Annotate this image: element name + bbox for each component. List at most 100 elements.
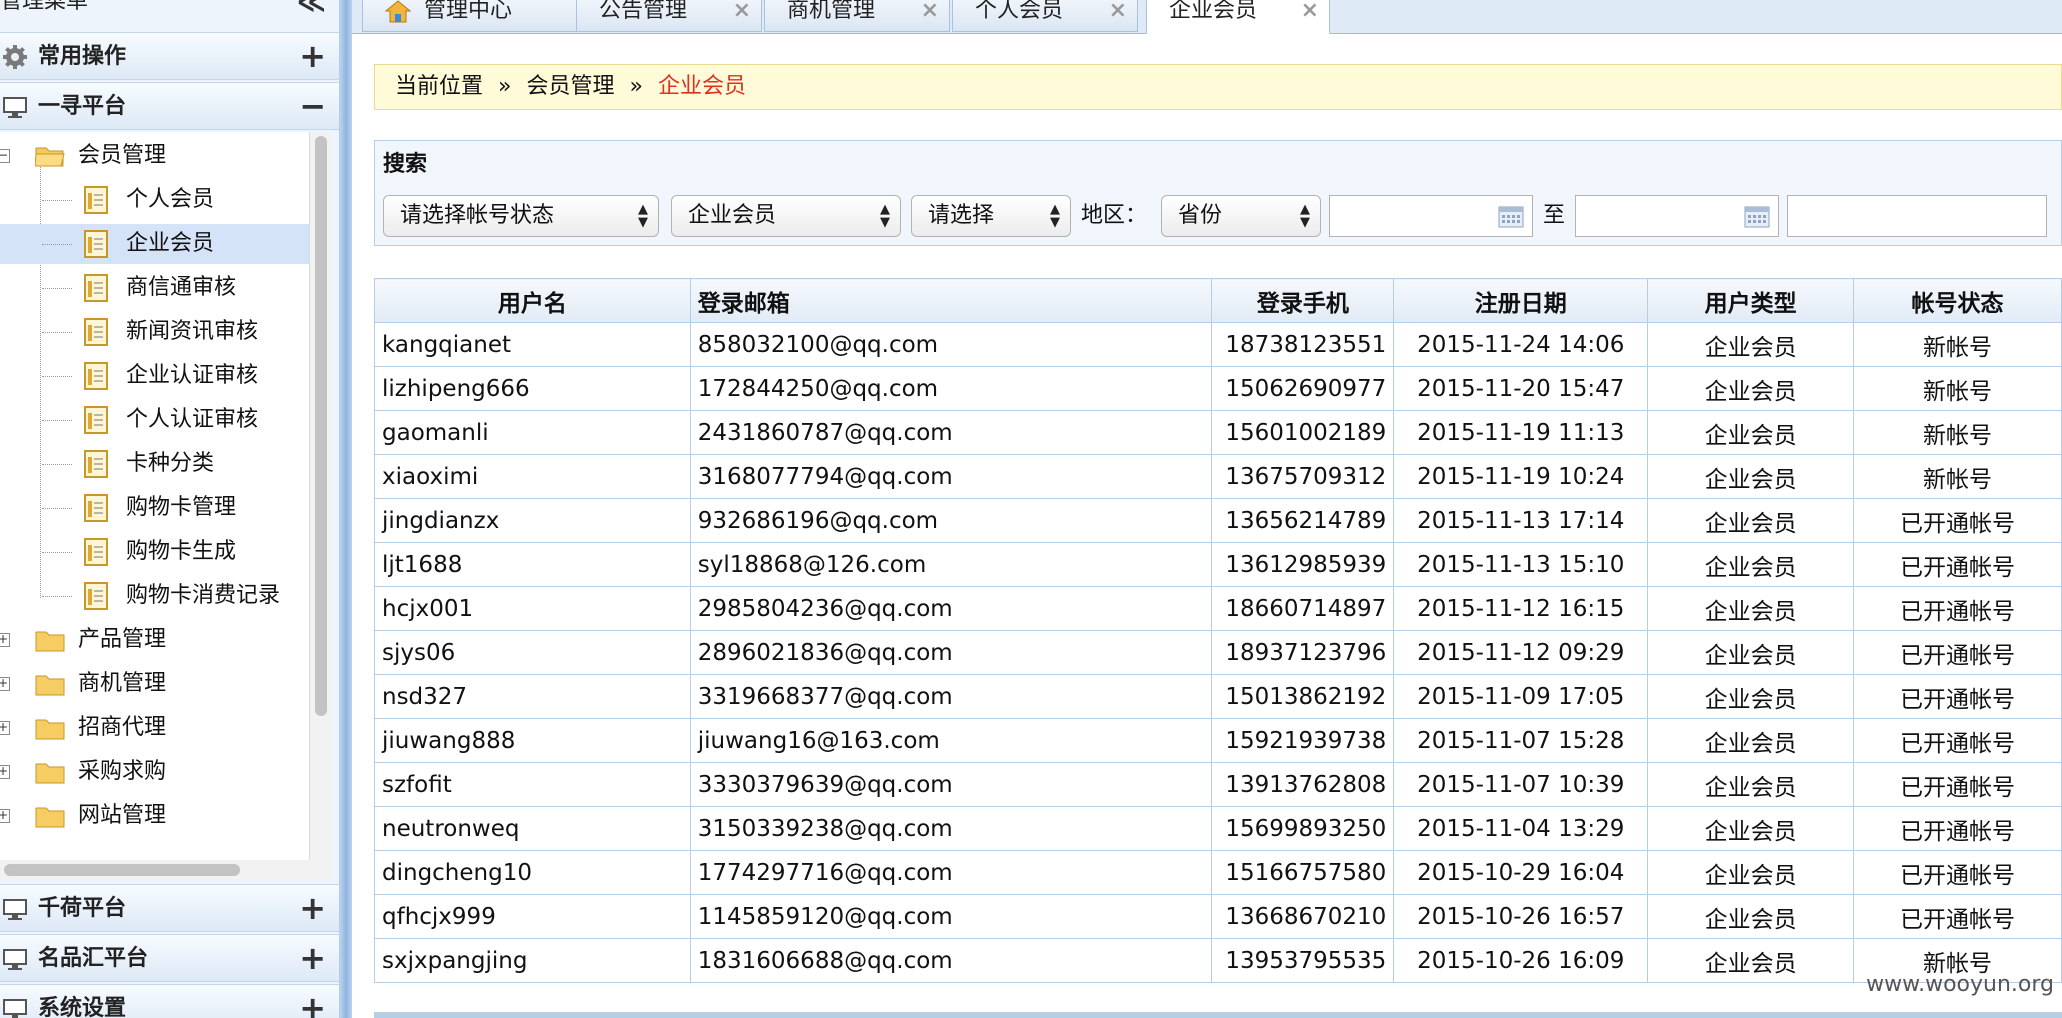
tree-folder-agency[interactable]: + 招商代理 [0, 708, 309, 748]
tab-enterprise-member[interactable]: 企业会员 × [1146, 0, 1330, 34]
tree-folder-procurement[interactable]: + 采购求购 [0, 752, 309, 792]
table-row[interactable]: jiuwang888 jiuwang16@163.com 15921939738 20… [374, 718, 2062, 763]
cell-email: 2431860787@qq.com [689, 410, 1213, 455]
cell-phone: 15921939738 [1211, 718, 1395, 763]
tree-item-personal-cert-review[interactable]: 个人认证审核 [0, 400, 309, 440]
start-date-input[interactable] [1329, 195, 1533, 237]
table-row[interactable]: neutronweq 3150339238@qq.com 15699893250 20… [374, 806, 2062, 851]
category-select[interactable]: 请选择 ▲ ▼ [911, 195, 1071, 237]
tab-personal-member[interactable]: 个人会员 × [952, 0, 1138, 32]
section-common-ops[interactable]: 常用操作 + [0, 32, 339, 80]
tree-item-enterprise-cert-review[interactable]: 企业认证审核 [0, 356, 309, 396]
column-header-user-type[interactable]: 用户类型 [1647, 278, 1855, 323]
province-select[interactable]: 省份 ▲ ▼ [1161, 195, 1321, 237]
table-row[interactable]: hcjx001 2985804236@qq.com 18660714897 2015-… [374, 586, 2062, 631]
collapse-icon[interactable]: − [299, 83, 326, 129]
scrollbar-thumb[interactable] [315, 136, 327, 716]
cell-reg-date: 2015-11-07 10:39 [1393, 762, 1649, 807]
document-icon [84, 538, 108, 566]
keyword-input[interactable] [1787, 195, 2047, 237]
expand-icon[interactable]: + [299, 33, 326, 79]
section-yixun-platform[interactable]: 一寻平台 − [0, 82, 339, 130]
tree-item-enterprise-member[interactable]: 企业会员 [0, 224, 309, 264]
expand-node-icon[interactable]: + [0, 633, 10, 647]
calendar-icon[interactable] [1744, 206, 1770, 228]
tree-item-news-review[interactable]: 新闻资讯审核 [0, 312, 309, 352]
cell-phone: 15062690977 [1211, 366, 1395, 411]
breadcrumb-separator: » [629, 74, 643, 99]
expand-node-icon[interactable]: + [0, 677, 10, 691]
table-bottom-border [374, 1012, 2062, 1018]
close-tab-icon[interactable]: × [1301, 0, 1319, 27]
table-row[interactable]: sjys06 2896021836@qq.com 18937123796 2015-1… [374, 630, 2062, 675]
cell-status: 新帐号 [1853, 410, 2062, 455]
tree-folder-products[interactable]: + 产品管理 [0, 620, 309, 660]
expand-icon[interactable]: + [299, 885, 326, 931]
tab-admin-center[interactable]: 管理中心 [362, 0, 580, 32]
collapse-sidebar-icon[interactable]: ≪ [297, 0, 326, 16]
account-status-select[interactable]: 请选择帐号状态 ▲ ▼ [383, 195, 659, 237]
column-header-email[interactable]: 登录邮箱 [689, 278, 1213, 323]
tree-label: 网站管理 [78, 803, 167, 828]
tree-item-shopping-card-records[interactable]: 购物卡消费记录 [0, 576, 309, 616]
expand-icon[interactable]: + [299, 985, 326, 1018]
breadcrumb-parent[interactable]: 会员管理 [526, 74, 614, 99]
expand-icon[interactable]: + [299, 935, 326, 981]
cell-user-type: 企业会员 [1647, 674, 1855, 719]
column-header-status[interactable]: 帐号状态 [1853, 278, 2062, 323]
tree-folder-website[interactable]: + 网站管理 [0, 796, 309, 836]
end-date-input[interactable] [1575, 195, 1779, 237]
document-icon [84, 274, 108, 302]
member-type-select[interactable]: 企业会员 ▲ ▼ [671, 195, 901, 237]
column-header-username[interactable]: 用户名 [374, 278, 691, 323]
table-row[interactable]: lizhipeng666 172844250@qq.com 15062690977 2… [374, 366, 2062, 411]
table-row[interactable]: jingdianzx 932686196@qq.com 13656214789 201… [374, 498, 2062, 543]
section-mingpinhui-platform[interactable]: 名品汇平台 + [0, 934, 339, 982]
tree-item-shopping-card-generate[interactable]: 购物卡生成 [0, 532, 309, 572]
table-row[interactable]: kangqianet 858032100@qq.com 18738123551 201… [374, 322, 2062, 367]
tree-label: 招商代理 [78, 715, 167, 740]
column-header-phone[interactable]: 登录手机 [1211, 278, 1395, 323]
tree-item-card-category[interactable]: 卡种分类 [0, 444, 309, 484]
table-row[interactable]: ljt1688 syl18868@126.com 13612985939 2015-1… [374, 542, 2062, 587]
search-panel: 搜索 请选择帐号状态 ▲ ▼ 企业会员 ▲ ▼ 请选择 ▲ ▼ 地区： 省份 ▲ ▼ 至 [374, 140, 2062, 246]
tree-horizontal-scrollbar[interactable] [0, 860, 310, 880]
column-header-reg-date[interactable]: 注册日期 [1393, 278, 1649, 323]
tree-folder-business[interactable]: + 商机管理 [0, 664, 309, 704]
table-row[interactable]: nsd327 3319668377@qq.com 15013862192 2015-1… [374, 674, 2062, 719]
tree-label: 商信通审核 [126, 275, 237, 300]
scrollbar-thumb[interactable] [4, 864, 240, 876]
expand-node-icon[interactable]: + [0, 721, 10, 735]
table-row[interactable]: sxjxpangjing 1831606688@qq.com 13953795535… [374, 938, 2062, 983]
folder-icon [35, 631, 65, 652]
tree-item-shangxintong-review[interactable]: 商信通审核 [0, 268, 309, 308]
calendar-icon[interactable] [1498, 206, 1524, 228]
tree-label: 企业会员 [126, 231, 215, 256]
section-qianhe-platform[interactable]: 千荷平台 + [0, 884, 339, 932]
table-row[interactable]: gaomanli 2431860787@qq.com 15601002189 2015… [374, 410, 2062, 455]
cell-user-type: 企业会员 [1647, 718, 1855, 763]
layout-splitter[interactable] [340, 0, 352, 1018]
tab-business[interactable]: 商机管理 × [764, 0, 950, 32]
section-system-settings[interactable]: 系统设置 + [0, 984, 339, 1018]
tab-announcements[interactable]: 公告管理 × [576, 0, 762, 32]
expand-node-icon[interactable]: + [0, 809, 10, 823]
collapse-node-icon[interactable]: − [0, 149, 10, 163]
tree-item-shopping-card-management[interactable]: 购物卡管理 [0, 488, 309, 528]
expand-node-icon[interactable]: + [0, 765, 10, 779]
close-tab-icon[interactable]: × [921, 0, 939, 27]
to-label: 至 [1543, 203, 1566, 228]
tree-vertical-scrollbar[interactable] [310, 132, 332, 880]
table-row[interactable]: dingcheng10 1774297716@qq.com 15166757580 2… [374, 850, 2062, 895]
select-value: 请选择帐号状态 [400, 203, 555, 228]
table-row[interactable]: qfhcjx999 1145859120@qq.com 13668670210 201… [374, 894, 2062, 939]
table-row[interactable]: szfofit 3330379639@qq.com 13913762808 2015-… [374, 762, 2062, 807]
tree-folder-member-management[interactable]: − 会员管理 [0, 136, 309, 176]
table-row[interactable]: xiaoximi 3168077794@qq.com 13675709312 2015… [374, 454, 2062, 499]
folder-icon [35, 807, 65, 828]
document-icon [84, 450, 108, 478]
close-tab-icon[interactable]: × [1109, 0, 1127, 27]
cell-user-type: 企业会员 [1647, 454, 1855, 499]
tree-item-personal-member[interactable]: 个人会员 [0, 180, 309, 220]
close-tab-icon[interactable]: × [733, 0, 751, 27]
